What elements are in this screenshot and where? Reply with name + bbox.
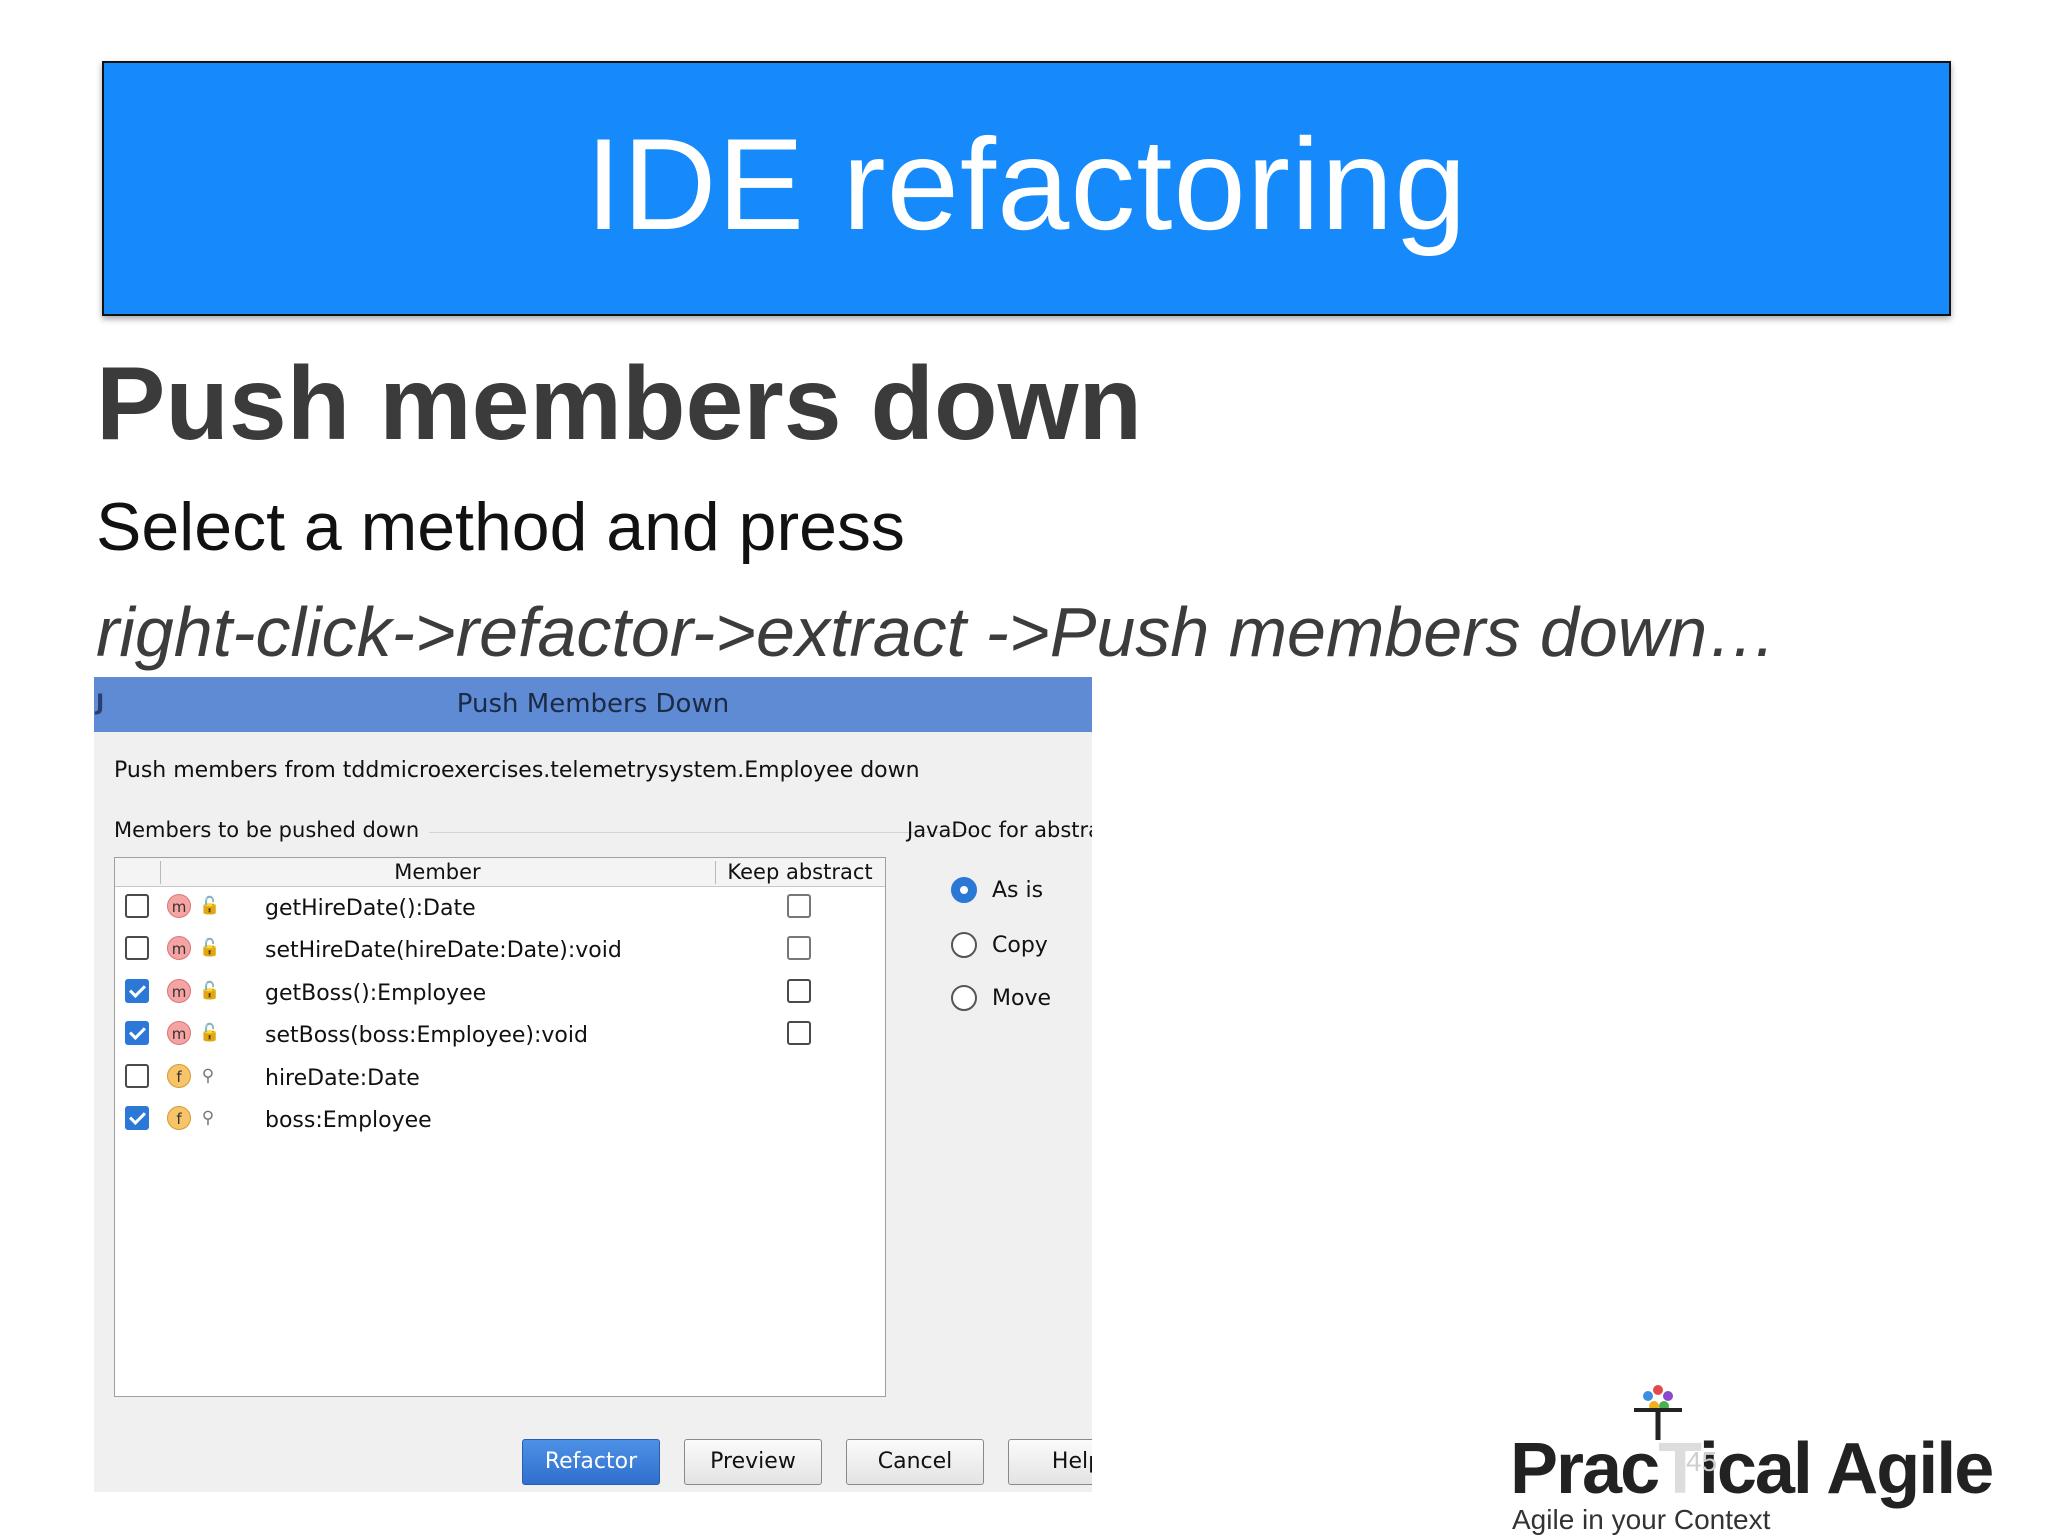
table-row[interactable]: m 🔓 setHireDate(hireDate:Date):void — [115, 931, 885, 973]
public-visibility-icon: 🔓 — [199, 981, 221, 1001]
javadoc-copy-label[interactable]: Copy — [992, 933, 1048, 958]
title-banner: IDE refactoring — [102, 61, 1951, 316]
table-row[interactable]: m 🔓 getBoss():Employee — [115, 974, 885, 1016]
menu-path-text: right-click->refactor->extract ->Push me… — [96, 593, 1778, 671]
preview-button[interactable]: Preview — [684, 1439, 822, 1485]
table-row[interactable]: m 🔓 setBoss(boss:Employee):void — [115, 1016, 885, 1058]
member-name: hireDate:Date — [265, 1066, 420, 1091]
refactor-button[interactable]: Refactor — [522, 1439, 660, 1485]
logo-wordmark: PracTical Agile — [1510, 1429, 1994, 1509]
slide-title: IDE refactoring — [585, 110, 1468, 257]
member-name: boss:Employee — [265, 1108, 432, 1133]
member-name: getHireDate():Date — [265, 896, 476, 921]
private-visibility-icon: ⚲ — [201, 1108, 215, 1128]
dialog-titlebar[interactable]: J Push Members Down — [94, 677, 1092, 732]
column-header-member[interactable]: Member — [160, 858, 715, 887]
member-checkbox[interactable] — [125, 979, 149, 1003]
slide-page-number: 45 — [1686, 1446, 1718, 1477]
dialog-title: Push Members Down — [456, 689, 730, 719]
member-checkbox[interactable] — [125, 1064, 149, 1088]
member-name: setHireDate(hireDate:Date):void — [265, 938, 622, 963]
method-icon: m — [167, 1021, 191, 1045]
public-visibility-icon: 🔓 — [199, 938, 221, 958]
javadoc-section-label: JavaDoc for abstrac — [907, 818, 1092, 842]
table-row[interactable]: m 🔓 getHireDate():Date — [115, 889, 885, 931]
member-checkbox[interactable] — [125, 936, 149, 960]
keep-abstract-checkbox[interactable] — [787, 1021, 811, 1045]
column-header-keep-abstract[interactable]: Keep abstract — [715, 858, 885, 887]
members-table-header: Member Keep abstract — [115, 858, 885, 887]
dialog-subtitle: Push members from tddmicroexercises.tele… — [114, 758, 920, 783]
logo-tagline: Agile in your Context — [1512, 1504, 1771, 1535]
method-icon: m — [167, 936, 191, 960]
keep-abstract-checkbox[interactable] — [787, 936, 811, 960]
javadoc-copy-radio[interactable] — [951, 932, 977, 958]
slide-heading: Push members down — [96, 346, 1142, 462]
keep-abstract-checkbox[interactable] — [787, 894, 811, 918]
instruction-text: Select a method and press — [96, 489, 905, 565]
field-icon: f — [167, 1064, 191, 1088]
member-checkbox[interactable] — [125, 1106, 149, 1130]
cancel-button[interactable]: Cancel — [846, 1439, 984, 1485]
keep-abstract-checkbox[interactable] — [787, 979, 811, 1003]
method-icon: m — [167, 979, 191, 1003]
javadoc-as-is-radio[interactable] — [951, 877, 977, 903]
push-members-down-dialog: J Push Members Down Push members from td… — [94, 677, 1092, 1492]
member-checkbox[interactable] — [125, 894, 149, 918]
field-icon: f — [167, 1106, 191, 1130]
member-checkbox[interactable] — [125, 1021, 149, 1045]
members-section-label: Members to be pushed down — [114, 818, 430, 842]
practical-agile-logo: PracTical Agile 45 Agile in your Context — [1500, 1380, 1994, 1535]
javadoc-move-label[interactable]: Move — [992, 986, 1051, 1011]
members-table[interactable]: Member Keep abstract m 🔓 getHireDate():D… — [114, 857, 886, 1397]
public-visibility-icon: 🔓 — [199, 1023, 221, 1043]
javadoc-as-is-label[interactable]: As is — [992, 878, 1043, 903]
table-row[interactable]: f ⚲ hireDate:Date — [115, 1059, 885, 1101]
help-button[interactable]: Help — [1008, 1439, 1092, 1485]
javadoc-move-radio[interactable] — [951, 985, 977, 1011]
member-name: getBoss():Employee — [265, 981, 487, 1006]
private-visibility-icon: ⚲ — [201, 1066, 215, 1086]
member-name: setBoss(boss:Employee):void — [265, 1023, 588, 1048]
method-icon: m — [167, 894, 191, 918]
table-row[interactable]: f ⚲ boss:Employee — [115, 1101, 885, 1143]
public-visibility-icon: 🔓 — [199, 896, 221, 916]
